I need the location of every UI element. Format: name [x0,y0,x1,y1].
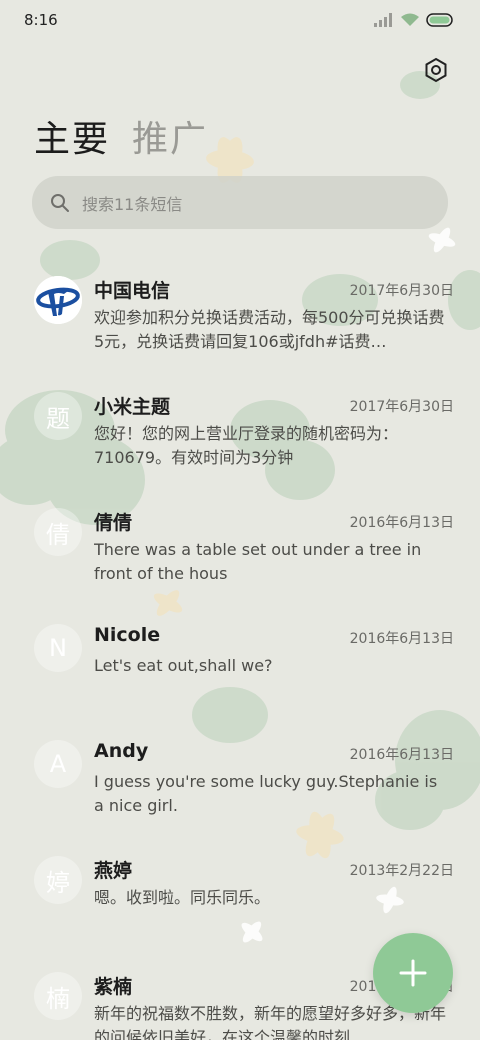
contact-name: Nicole [94,624,161,646]
avatar: 题 [34,392,82,440]
avatar: A [34,740,82,788]
message-date: 2017年6月30日 [349,399,454,415]
avatar: 婷 [34,856,82,904]
search-placeholder: 搜索11条短信 [82,194,183,214]
contact-name: 小米主题 [94,396,171,418]
contact-name: Andy [94,740,149,762]
message-snippet: 您好！您的网上营业厅登录的随机密码为：710679。有效时间为3分钟 [94,424,399,467]
message-snippet: 嗯。收到啦。同乐同乐。 [94,888,271,907]
conversation-list: 中国电信 2017年6月30日 欢迎参加积分兑换话费活动，每500分可兑换话费5… [0,262,480,1040]
new-message-button[interactable] [373,933,453,1013]
avatar: N [34,624,82,672]
conversation-row[interactable]: A Andy 2016年6月13日 I guess you're some lu… [0,726,480,842]
search-bar[interactable]: 搜索11条短信 [32,176,448,229]
search-icon [51,193,69,212]
message-date: 2017年6月30日 [349,283,454,299]
conversation-row[interactable]: 题 小米主题 2017年6月30日 您好！您的网上营业厅登录的随机密码为：710… [0,378,480,494]
conversation-row[interactable]: N Nicole 2016年6月13日 Let's eat out,shall … [0,610,480,726]
battery-icon [426,13,453,27]
china-telecom-logo-icon [34,276,82,324]
conversation-row[interactable]: 中国电信 2017年6月30日 欢迎参加积分兑换话费活动，每500分可兑换话费5… [0,262,480,378]
message-date: 2016年6月13日 [349,747,454,763]
message-snippet: 欢迎参加积分兑换话费活动，每500分可兑换话费5元，兑换话费请回复106或jfd… [94,308,445,351]
gear-icon [425,57,447,83]
avatar [34,276,82,324]
avatar: 楠 [34,972,82,1020]
tab-bar: 主要 推广 [34,110,208,162]
status-icons [374,13,454,27]
message-snippet: Let's eat out,shall we? [94,656,273,675]
message-snippet: I guess you're some lucky guy.Stephanie … [94,772,438,815]
tab-promotion[interactable]: 推广 [132,110,208,162]
message-snippet: There was a table set out under a tree i… [94,540,422,583]
contact-name: 倩倩 [94,512,133,534]
conversation-row[interactable]: 倩 倩倩 2016年6月13日 There was a table set ou… [0,494,480,610]
plus-icon [399,959,427,987]
tab-main[interactable]: 主要 [34,110,110,162]
message-date: 2013年2月22日 [349,863,454,879]
message-date: 2016年6月13日 [349,515,454,531]
settings-button[interactable] [420,54,452,86]
contact-name: 中国电信 [94,280,171,302]
signal-icon [374,13,392,27]
status-time: 8:16 [24,11,58,29]
contact-name: 紫楠 [94,976,133,998]
message-date: 2016年6月13日 [349,631,454,647]
status-bar: 8:16 [0,0,480,40]
contact-name: 燕婷 [94,860,133,882]
wifi-icon [401,13,419,26]
avatar: 倩 [34,508,82,556]
